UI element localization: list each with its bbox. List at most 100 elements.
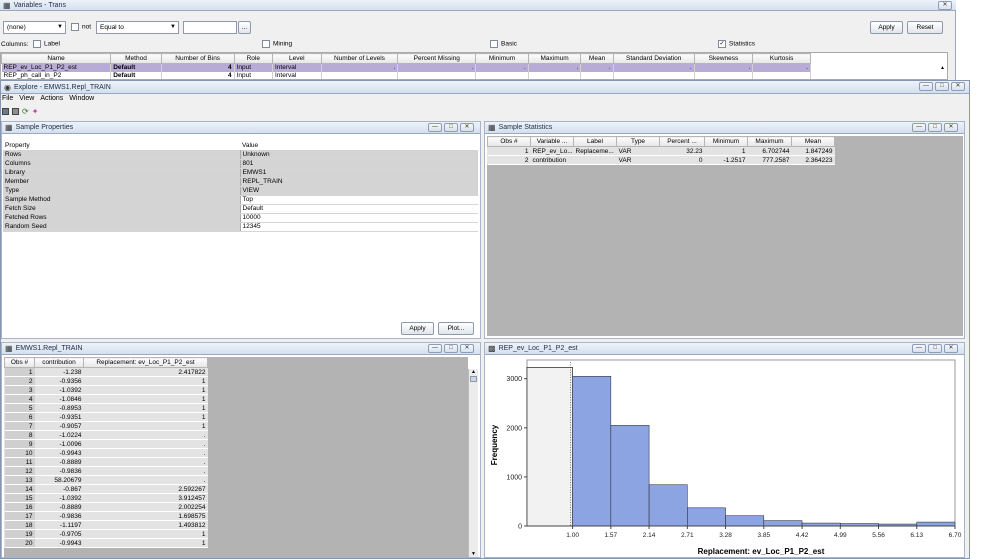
column-header[interactable]: Type — [616, 136, 660, 147]
toolbar-grid-icon[interactable] — [12, 108, 19, 115]
menu-file[interactable]: File — [2, 95, 13, 105]
close-icon[interactable]: ✕ — [460, 344, 474, 353]
table-row[interactable]: 3 -1.0392 1 — [4, 385, 208, 395]
table-row[interactable]: 9 -1.0096. — [4, 439, 208, 449]
histogram-bar[interactable] — [763, 520, 803, 527]
minimize-icon[interactable]: — — [428, 344, 442, 353]
menu-actions[interactable]: Actions — [40, 95, 63, 105]
property-value[interactable]: 10000 — [240, 213, 478, 223]
maximize-icon[interactable]: □ — [444, 344, 458, 353]
column-header[interactable]: Kurtosis — [752, 53, 811, 64]
table-row[interactable]: 11 -0.8889. — [4, 457, 208, 467]
property-row[interactable]: Random Seed 12345 — [3, 222, 478, 232]
property-value[interactable]: 12345 — [240, 222, 478, 232]
column-header[interactable]: Minimum — [704, 136, 748, 147]
column-header[interactable]: Level — [271, 53, 322, 64]
table-row[interactable]: 1 -1.238 2.417822 — [4, 367, 208, 377]
maximize-icon[interactable]: □ — [444, 123, 458, 132]
vertical-scrollbar[interactable]: ▲ ▼ — [468, 369, 478, 557]
column-header[interactable]: Method — [110, 53, 162, 64]
maximize-icon[interactable]: □ — [935, 82, 949, 91]
plot-button[interactable]: Plot... — [438, 322, 474, 335]
close-icon[interactable]: ✕ — [460, 123, 474, 132]
column-header[interactable]: Maximum — [747, 136, 792, 147]
table-row[interactable]: 17 -0.9836 1.698575 — [4, 511, 208, 521]
table-row[interactable]: 8 -1.0224. — [4, 430, 208, 440]
table-row[interactable]: 1 REP_ev_Lo... Replaceme... VAR 32.23 1 6.7027… — [487, 146, 835, 156]
histogram-bar[interactable] — [725, 515, 765, 527]
apply-button[interactable]: Apply — [870, 21, 903, 34]
refresh-icon[interactable]: ⟳ — [22, 108, 29, 118]
minimize-icon[interactable]: — — [919, 82, 933, 91]
table-row[interactable]: REP_ev_Loc_P1_P2_est Default 4 Input Interva… — [1, 63, 811, 72]
toolbar-table-icon[interactable] — [2, 108, 9, 115]
table-row[interactable]: 2 contribution VAR 0 -1.2517 777.2587 2.364223 — [487, 155, 835, 165]
filter-ellipsis-button[interactable]: ... — [238, 21, 251, 34]
minimize-icon[interactable]: — — [428, 123, 442, 132]
property-row[interactable]: Sample Method Top — [3, 195, 478, 205]
property-row[interactable]: Fetch Size Default — [3, 204, 478, 214]
scroll-thumb[interactable] — [470, 376, 477, 382]
property-row[interactable]: Fetched Rows 10000 — [3, 213, 478, 223]
table-row[interactable]: 4 -1.0846 1 — [4, 394, 208, 404]
column-header[interactable]: Skewness — [693, 53, 754, 64]
scroll-up-icon[interactable]: ▲ — [469, 369, 478, 375]
close-icon[interactable]: ✕ — [944, 344, 958, 353]
table-row[interactable]: 20 -0.9943 1 — [4, 538, 208, 548]
histogram-bar[interactable] — [572, 376, 612, 527]
column-header[interactable]: Number of Bins — [160, 53, 235, 64]
table-row[interactable]: 18 -1.1197 1.493812 — [4, 520, 208, 530]
property-row[interactable]: Library EMWS1 — [3, 168, 478, 178]
column-header[interactable]: contribution — [34, 357, 84, 368]
histogram-bar[interactable] — [526, 367, 573, 527]
property-row[interactable]: Columns 801 — [3, 159, 478, 169]
maximize-icon[interactable]: □ — [928, 123, 942, 132]
column-header[interactable]: Obs # — [487, 136, 531, 147]
column-header[interactable]: Percent Missing — [397, 53, 477, 64]
column-header[interactable]: Mean — [580, 53, 614, 64]
column-header[interactable]: Replacement: ev_Loc_P1_P2_est — [83, 357, 208, 368]
column-header[interactable]: Percent ... — [659, 136, 705, 147]
minimize-icon[interactable]: — — [912, 123, 926, 132]
property-row[interactable]: Type VIEW — [3, 186, 478, 196]
column-header[interactable]: Role — [233, 53, 273, 64]
table-row[interactable]: 15 -1.0392 3.912457 — [4, 493, 208, 503]
table-row[interactable]: 16 -0.8889 2.002254 — [4, 502, 208, 512]
histogram-bar[interactable] — [610, 425, 650, 527]
maximize-icon[interactable]: □ — [928, 344, 942, 353]
column-header[interactable]: Standard Deviation — [612, 53, 695, 64]
reset-button[interactable]: Reset — [907, 21, 943, 34]
close-icon[interactable]: ✕ — [944, 123, 958, 132]
table-row[interactable]: 2 -0.9356 1 — [4, 376, 208, 386]
basic-checkbox[interactable]: Basic — [490, 40, 517, 48]
column-header[interactable]: Minimum — [475, 53, 529, 64]
column-header[interactable]: Maximum — [527, 53, 582, 64]
column-header[interactable]: Name — [1, 53, 112, 64]
table-row[interactable]: REP_ph_call_in_P2 Default 4 Input Interval — [1, 71, 811, 79]
column-header[interactable]: Label — [573, 136, 617, 147]
filter-operator-select[interactable]: Equal to ▼ — [96, 21, 179, 34]
histogram-bar[interactable] — [648, 484, 688, 527]
column-header[interactable]: Obs # — [4, 357, 35, 368]
property-value[interactable]: Top — [240, 195, 478, 205]
table-row[interactable]: 6 -0.9351 1 — [4, 412, 208, 422]
scroll-up-icon[interactable]: ▲ — [940, 65, 945, 71]
column-header[interactable]: Variable ... — [530, 136, 574, 147]
close-icon[interactable]: ✕ — [938, 1, 952, 10]
table-row[interactable]: 14 -0.867 2.592267 — [4, 484, 208, 494]
property-row[interactable]: Member REPL_TRAIN — [3, 177, 478, 187]
table-row[interactable]: 12 -0.9836. — [4, 466, 208, 476]
apply-button[interactable]: Apply — [401, 322, 434, 335]
property-value[interactable]: Default — [240, 204, 478, 214]
mining-checkbox[interactable]: Mining — [262, 40, 292, 48]
minimize-icon[interactable]: — — [912, 344, 926, 353]
table-row[interactable]: 7 -0.9057 1 — [4, 421, 208, 431]
label-checkbox[interactable]: Label — [33, 40, 60, 48]
table-row[interactable]: 10 -0.9943. — [4, 448, 208, 458]
menu-window[interactable]: Window — [69, 95, 94, 105]
histogram-bar[interactable] — [687, 507, 726, 527]
filter-value-input[interactable] — [183, 21, 237, 34]
property-row[interactable]: Rows Unknown — [3, 150, 478, 160]
statistics-checkbox[interactable]: ✓ Statistics — [718, 40, 755, 48]
menu-view[interactable]: View — [19, 95, 34, 105]
